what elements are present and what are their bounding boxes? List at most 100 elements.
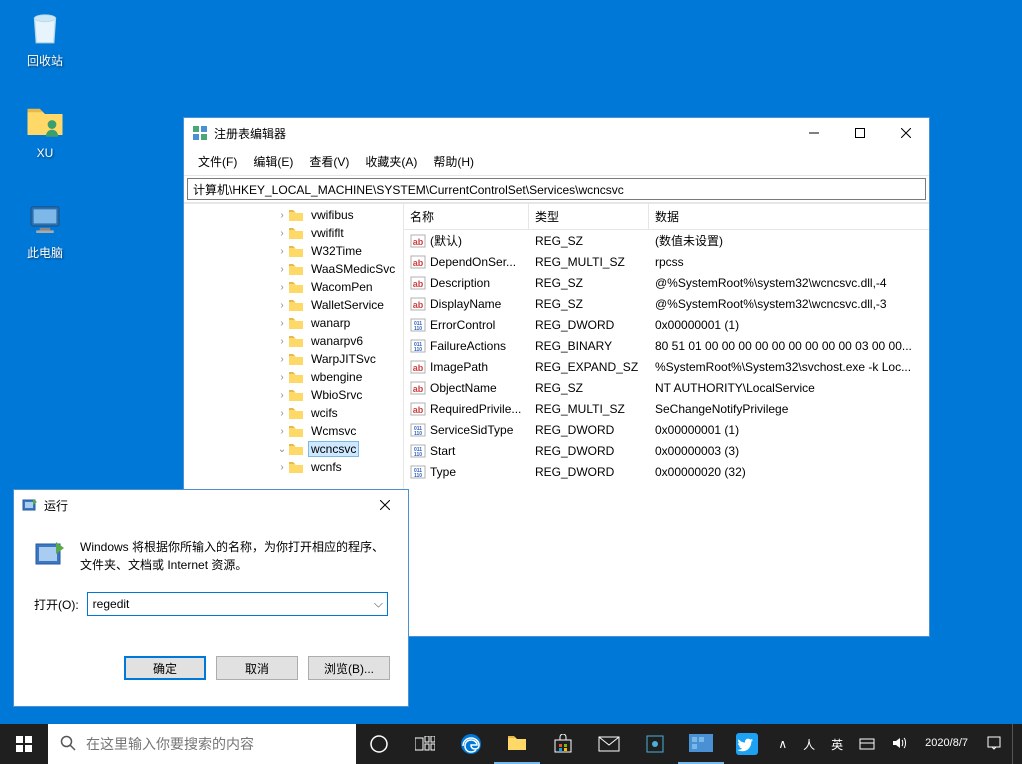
close-button[interactable] [883, 118, 929, 148]
pinned-app-icon[interactable] [724, 724, 770, 764]
ime-indicator-1[interactable]: 人 [797, 736, 821, 753]
menu-item[interactable]: 查看(V) [301, 150, 357, 173]
tree-item[interactable]: ›wbengine [274, 368, 403, 386]
titlebar[interactable]: 运行 [14, 490, 408, 520]
tree-item-label: WaaSMedicSvc [308, 261, 398, 277]
volume-icon[interactable] [885, 735, 913, 754]
task-view-icon[interactable] [402, 724, 448, 764]
app-icon[interactable] [632, 724, 678, 764]
col-header-name[interactable]: 名称 [404, 204, 529, 229]
tree-item[interactable]: ›vwifibus [274, 206, 403, 224]
expander-icon[interactable]: › [276, 354, 288, 365]
ok-button[interactable]: 确定 [124, 656, 206, 680]
expander-icon[interactable]: › [276, 426, 288, 437]
expander-icon[interactable]: › [276, 246, 288, 257]
tree-item[interactable]: ›WbioSrvc [274, 386, 403, 404]
edge-icon[interactable] [448, 724, 494, 764]
tree-item[interactable]: ›wcifs [274, 404, 403, 422]
expander-icon[interactable]: › [276, 282, 288, 293]
value-row[interactable]: 011110TypeREG_DWORD0x00000020 (32) [404, 461, 929, 482]
value-row[interactable]: 011110ErrorControlREG_DWORD0x00000001 (1… [404, 314, 929, 335]
expander-icon[interactable]: › [276, 318, 288, 329]
svg-text:ab: ab [413, 279, 424, 289]
tree-item[interactable]: ›wcnfs [274, 458, 403, 476]
search-input[interactable] [86, 736, 344, 752]
desktop-icon-user-folder[interactable]: XU [10, 100, 80, 160]
run-input[interactable] [87, 592, 388, 616]
tree-item[interactable]: ›Wcmsvc [274, 422, 403, 440]
value-row[interactable]: 011110StartREG_DWORD0x00000003 (3) [404, 440, 929, 461]
value-type: REG_SZ [529, 234, 649, 248]
regedit-taskbar-icon[interactable] [678, 724, 724, 764]
expander-icon[interactable]: › [276, 228, 288, 239]
value-row[interactable]: 011110FailureActionsREG_BINARY80 51 01 0… [404, 335, 929, 356]
expander-icon[interactable]: › [276, 210, 288, 221]
address-input[interactable] [187, 178, 926, 200]
tree-item[interactable]: ›W32Time [274, 242, 403, 260]
system-tray: ∧ 人 英 2020/8/7 [772, 724, 1022, 764]
expander-icon[interactable]: › [276, 408, 288, 419]
close-button[interactable] [362, 490, 408, 520]
expander-icon[interactable]: › [276, 336, 288, 347]
network-icon[interactable] [853, 735, 881, 754]
expander-icon[interactable]: › [276, 372, 288, 383]
value-row[interactable]: abDescriptionREG_SZ@%SystemRoot%\system3… [404, 272, 929, 293]
action-center-icon[interactable] [980, 735, 1008, 754]
folder-icon [288, 208, 304, 222]
start-button[interactable] [0, 724, 48, 764]
cortana-icon[interactable] [356, 724, 402, 764]
menu-item[interactable]: 文件(F) [190, 150, 245, 173]
maximize-button[interactable] [837, 118, 883, 148]
col-header-type[interactable]: 类型 [529, 204, 649, 229]
value-name: Description [430, 276, 490, 290]
window-controls [791, 118, 929, 148]
store-icon[interactable] [540, 724, 586, 764]
value-row[interactable]: abRequiredPrivile...REG_MULTI_SZSeChange… [404, 398, 929, 419]
string-value-icon: ab [410, 359, 426, 375]
value-data: 80 51 01 00 00 00 00 00 00 00 00 00 03 0… [649, 339, 929, 353]
col-header-data[interactable]: 数据 [649, 204, 929, 229]
menu-item[interactable]: 帮助(H) [425, 150, 482, 173]
value-row[interactable]: abDisplayNameREG_SZ@%SystemRoot%\system3… [404, 293, 929, 314]
titlebar[interactable]: 注册表编辑器 [184, 118, 929, 148]
tree-item[interactable]: ⌄wcncsvc [274, 440, 403, 458]
expander-icon[interactable]: › [276, 390, 288, 401]
tree-item[interactable]: ›wanarp [274, 314, 403, 332]
run-description: Windows 将根据你所输入的名称，为你打开相应的程序、文件夹、文档或 Int… [80, 538, 388, 574]
expander-icon[interactable]: › [276, 264, 288, 275]
tree-item[interactable]: ›vwififlt [274, 224, 403, 242]
desktop-icon-this-pc[interactable]: 此电脑 [10, 198, 80, 261]
menu-item[interactable]: 编辑(E) [245, 150, 301, 173]
expander-icon[interactable]: › [276, 300, 288, 311]
file-explorer-icon[interactable] [494, 724, 540, 764]
open-label: 打开(O): [34, 596, 79, 613]
computer-icon [24, 198, 66, 240]
ime-indicator-2[interactable]: 英 [825, 736, 849, 753]
show-desktop-button[interactable] [1012, 724, 1018, 764]
tray-chevron-icon[interactable]: ∧ [772, 737, 793, 751]
value-row[interactable]: abDependOnSer...REG_MULTI_SZrpcss [404, 251, 929, 272]
expander-icon[interactable]: ⌄ [276, 444, 288, 455]
tree-item[interactable]: ›WalletService [274, 296, 403, 314]
svg-text:110: 110 [414, 452, 422, 458]
clock[interactable]: 2020/8/7 [917, 737, 976, 750]
value-row[interactable]: abImagePathREG_EXPAND_SZ%SystemRoot%\Sys… [404, 356, 929, 377]
tree-item[interactable]: ›WarpJITSvc [274, 350, 403, 368]
desktop-icon-recycle-bin[interactable]: 回收站 [10, 6, 80, 69]
value-row[interactable]: abObjectNameREG_SZNT AUTHORITY\LocalServ… [404, 377, 929, 398]
run-combobox[interactable]: ⌵ [87, 592, 388, 616]
menu-item[interactable]: 收藏夹(A) [357, 150, 425, 173]
search-box[interactable] [48, 724, 356, 764]
value-row[interactable]: 011110ServiceSidTypeREG_DWORD0x00000001 … [404, 419, 929, 440]
browse-button[interactable]: 浏览(B)... [308, 656, 390, 680]
expander-icon[interactable]: › [276, 462, 288, 473]
value-row[interactable]: ab(默认)REG_SZ(数值未设置) [404, 230, 929, 251]
cancel-button[interactable]: 取消 [216, 656, 298, 680]
mail-icon[interactable] [586, 724, 632, 764]
binary-value-icon: 011110 [410, 338, 426, 354]
minimize-button[interactable] [791, 118, 837, 148]
tree-item[interactable]: ›wanarpv6 [274, 332, 403, 350]
tree-item[interactable]: ›WacomPen [274, 278, 403, 296]
string-value-icon: ab [410, 233, 426, 249]
tree-item[interactable]: › WaaSMedicSvc [274, 260, 403, 278]
